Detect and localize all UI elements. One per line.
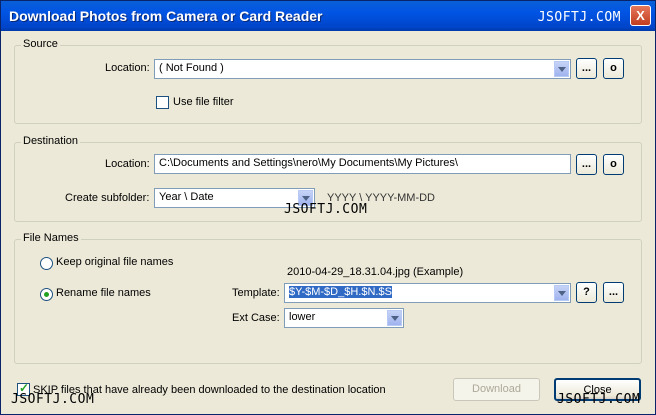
download-button-label: Download	[472, 383, 521, 395]
chevron-down-icon[interactable]	[554, 285, 569, 301]
source-location-value: ( Not Found )	[159, 62, 224, 74]
template-label: Template:	[232, 287, 280, 299]
source-open-button[interactable]: o	[603, 58, 624, 79]
extcase-label: Ext Case:	[232, 312, 280, 324]
source-browse-label: ...	[581, 62, 592, 74]
watermark-bottom-left: JSOFTJ.COM	[11, 392, 95, 407]
watermark-middle: JSOFTJ.COM	[284, 202, 368, 217]
keep-original-radio[interactable]	[40, 257, 53, 270]
source-group: Source	[14, 38, 642, 124]
source-group-label: Source	[21, 38, 60, 50]
extcase-combo[interactable]: lower	[284, 308, 404, 328]
title-bar[interactable]: Download Photos from Camera or Card Read…	[1, 1, 655, 31]
rename-label[interactable]: Rename file names	[56, 287, 151, 299]
download-photos-dialog: Download Photos from Camera or Card Read…	[0, 0, 656, 415]
template-help-button[interactable]: ?	[576, 282, 597, 303]
file-names-group-label: File Names	[21, 232, 81, 244]
source-location-combo[interactable]: ( Not Found )	[154, 59, 571, 79]
rename-radio[interactable]	[40, 288, 53, 301]
destination-browse-button[interactable]: ...	[576, 154, 597, 175]
destination-location-label: Location:	[105, 158, 150, 170]
destination-browse-label: ...	[581, 158, 592, 170]
source-browse-button[interactable]: ...	[576, 58, 597, 79]
subfolder-value: Year \ Date	[159, 191, 214, 203]
subfolder-label: Create subfolder:	[65, 192, 150, 204]
close-window-button[interactable]: X	[630, 5, 651, 26]
destination-open-label: o	[610, 158, 617, 170]
watermark-bottom-right: JSOFTJ.COM	[557, 392, 641, 407]
download-button[interactable]: Download	[453, 378, 540, 401]
use-file-filter-checkbox[interactable]	[156, 96, 169, 109]
window-title: Download Photos from Camera or Card Read…	[9, 8, 323, 24]
use-file-filter-label[interactable]: Use file filter	[173, 96, 234, 108]
template-more-button[interactable]: ...	[603, 282, 624, 303]
filename-example: 2010-04-29_18.31.04.jpg (Example)	[287, 266, 464, 278]
extcase-value: lower	[289, 311, 316, 323]
chevron-down-icon[interactable]	[387, 310, 402, 326]
source-location-label: Location:	[105, 62, 150, 74]
destination-location-value: C:\Documents and Settings\nero\My Docume…	[159, 157, 458, 169]
source-open-label: o	[610, 62, 617, 74]
watermark-top: JSOFTJ.COM	[537, 10, 621, 25]
destination-location-input[interactable]: C:\Documents and Settings\nero\My Docume…	[154, 154, 571, 174]
destination-open-button[interactable]: o	[603, 154, 624, 175]
keep-original-label[interactable]: Keep original file names	[56, 256, 173, 268]
template-more-label: ...	[608, 286, 619, 298]
help-icon: ?	[583, 286, 590, 298]
close-icon: X	[636, 8, 645, 23]
template-value: $Y-$M-$D_$H.$N.$S	[289, 286, 392, 298]
template-combo[interactable]: $Y-$M-$D_$H.$N.$S	[284, 283, 571, 303]
chevron-down-icon[interactable]	[554, 61, 569, 77]
destination-group-label: Destination	[21, 135, 81, 147]
